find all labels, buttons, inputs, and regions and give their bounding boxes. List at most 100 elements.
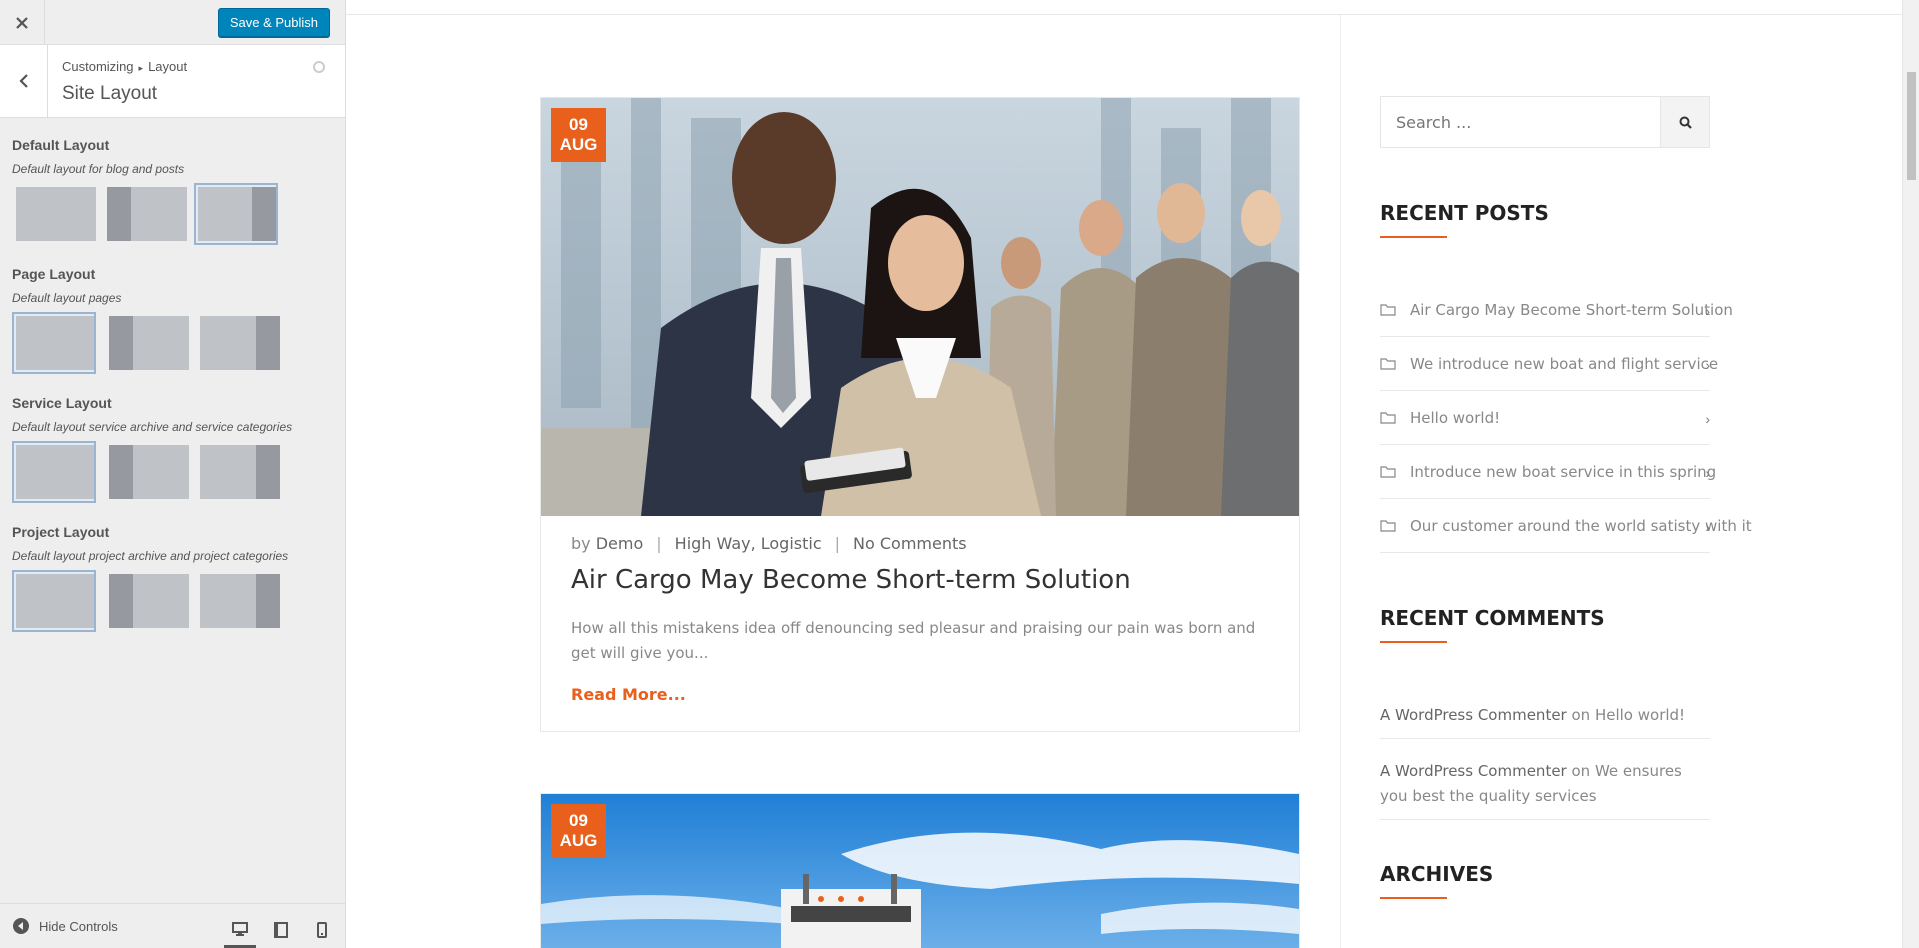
layout-option-left-sidebar[interactable]	[105, 570, 189, 632]
back-button[interactable]	[0, 45, 48, 117]
save-publish-button[interactable]: Save & Publish	[217, 8, 330, 37]
close-icon	[16, 16, 28, 29]
customizer-sidebar: Save & Publish Customizing ▸ Layout Site L…	[0, 0, 346, 948]
post-excerpt: How all this mistakens idea off denounci…	[571, 619, 1256, 662]
post-comments-link[interactable]: No Comments	[853, 534, 967, 553]
preview-scrollbar[interactable]	[1902, 0, 1919, 948]
comment-author-link[interactable]: A WordPress Commenter	[1380, 762, 1567, 780]
comment-on-text: on	[1571, 762, 1591, 780]
post-date-badge: 09 AUG	[551, 804, 606, 858]
collapse-icon	[13, 918, 29, 934]
breadcrumb-separator: ▸	[138, 63, 144, 73]
layout-options	[12, 570, 312, 632]
customizer-footer: Hide Controls	[0, 903, 345, 948]
recent-post-item[interactable]: Our customer around the world satisty wi…	[1380, 499, 1752, 553]
post-author-link[interactable]: Demo	[596, 534, 644, 553]
setting-default-layout: Default Layout Default layout for blog a…	[12, 137, 332, 245]
setting-description: Default layout pages	[12, 291, 122, 305]
preview-mobile-button[interactable]	[306, 912, 338, 948]
chevron-right-icon: ›	[1705, 303, 1710, 319]
post-categories-link[interactable]: High Way, Logistic	[675, 534, 822, 553]
recent-comment-item: A WordPress Commenter on We ensures you …	[1380, 759, 1710, 820]
hide-controls-label: Hide Controls	[39, 918, 118, 934]
setting-description: Default layout for blog and posts	[12, 162, 185, 176]
recent-post-link[interactable]: Introduce new boat service in this sprin…	[1410, 463, 1716, 481]
setting-page-layout: Page Layout Default layout pages	[12, 266, 332, 374]
setting-description: Default layout project archive and proje…	[12, 549, 289, 563]
layout-option-left-sidebar[interactable]	[105, 441, 189, 503]
recent-comments-title: RECENT COMMENTS	[1380, 606, 1605, 643]
setting-project-layout: Project Layout Default layout project ar…	[12, 524, 332, 632]
title-underline	[1380, 897, 1447, 899]
search-input[interactable]	[1381, 97, 1661, 147]
layout-option-left-sidebar[interactable]	[105, 312, 189, 374]
post-date-day: 09	[569, 811, 588, 830]
header-divider	[346, 14, 1906, 15]
recent-post-item[interactable]: Air Cargo May Become Short-term Solution…	[1380, 283, 1733, 337]
recent-post-link[interactable]: We introduce new boat and flight service	[1410, 355, 1718, 373]
layout-option-full-width[interactable]	[12, 441, 96, 503]
comment-post-link[interactable]: Hello world!	[1595, 706, 1685, 724]
layout-options	[12, 183, 312, 245]
close-customizer-button[interactable]	[0, 0, 45, 45]
post-date-day: 09	[569, 115, 588, 134]
layout-options	[12, 312, 312, 374]
comment-author-link[interactable]: A WordPress Commenter	[1380, 706, 1567, 724]
help-icon[interactable]	[313, 61, 325, 73]
layout-option-right-sidebar[interactable]	[194, 183, 278, 245]
layout-option-right-sidebar[interactable]	[196, 312, 280, 374]
recent-post-item[interactable]: Hello world! ›	[1380, 391, 1710, 445]
breadcrumb: Customizing ▸ Layout	[62, 59, 187, 74]
recent-post-item[interactable]: Introduce new boat service in this sprin…	[1380, 445, 1716, 499]
scrollbar-thumb[interactable]	[1907, 72, 1916, 180]
site-preview: 09 AUG by Demo | High Way, Logistic | No Com…	[346, 0, 1919, 948]
chevron-right-icon: ›	[1705, 357, 1710, 373]
chevron-right-icon: ›	[1705, 411, 1710, 427]
post-image[interactable]: 09 AUG	[541, 98, 1299, 516]
post-image[interactable]: 09 AUG	[541, 794, 1299, 948]
post-title[interactable]: Air Cargo May Become Short-term Solution	[571, 565, 1131, 595]
folder-icon	[1380, 304, 1396, 316]
setting-service-layout: Service Layout Default layout service ar…	[12, 395, 332, 503]
tablet-icon	[274, 922, 288, 938]
widget-title-text: ARCHIVES	[1380, 862, 1494, 886]
mobile-icon	[317, 922, 327, 938]
layout-option-left-sidebar[interactable]	[103, 183, 187, 245]
recent-post-link[interactable]: Our customer around the world satisty wi…	[1410, 517, 1752, 535]
setting-title: Project Layout	[12, 524, 110, 540]
customizer-header: Save & Publish	[0, 0, 345, 45]
archives-title: ARCHIVES	[1380, 862, 1494, 899]
comment-on-text: on	[1571, 706, 1591, 724]
recent-comment-item: A WordPress Commenter on Hello world!	[1380, 703, 1710, 739]
read-more-link[interactable]: Read More...	[571, 685, 686, 704]
layout-option-right-sidebar[interactable]	[196, 441, 280, 503]
preview-desktop-button[interactable]	[224, 912, 256, 948]
folder-icon	[1380, 466, 1396, 478]
folder-icon	[1380, 520, 1396, 532]
layout-option-full-width[interactable]	[12, 183, 96, 245]
folder-icon	[1380, 358, 1396, 370]
setting-title: Service Layout	[12, 395, 112, 411]
layout-option-full-width[interactable]	[12, 570, 96, 632]
recent-post-link[interactable]: Air Cargo May Become Short-term Solution	[1410, 301, 1733, 319]
chevron-left-icon	[18, 74, 28, 88]
preview-tablet-button[interactable]	[265, 912, 297, 948]
hide-controls-button[interactable]: Hide Controls	[13, 918, 118, 934]
chevron-right-icon: ›	[1705, 465, 1710, 481]
section-header: Customizing ▸ Layout Site Layout	[0, 45, 345, 118]
setting-title: Default Layout	[12, 137, 110, 153]
layout-options	[12, 441, 312, 503]
layout-option-full-width[interactable]	[12, 312, 96, 374]
column-divider	[1340, 15, 1341, 948]
setting-description: Default layout service archive and servi…	[12, 420, 293, 434]
recent-post-link[interactable]: Hello world!	[1410, 409, 1500, 427]
section-title: Site Layout	[62, 83, 158, 104]
post-meta: by Demo | High Way, Logistic | No Comments	[571, 534, 967, 553]
widget-title-text: RECENT POSTS	[1380, 201, 1549, 225]
folder-icon	[1380, 412, 1396, 424]
chevron-right-icon: ›	[1705, 519, 1710, 535]
layout-option-right-sidebar[interactable]	[196, 570, 280, 632]
recent-post-item[interactable]: We introduce new boat and flight service…	[1380, 337, 1718, 391]
search-button[interactable]	[1660, 97, 1709, 147]
title-underline	[1380, 641, 1447, 643]
